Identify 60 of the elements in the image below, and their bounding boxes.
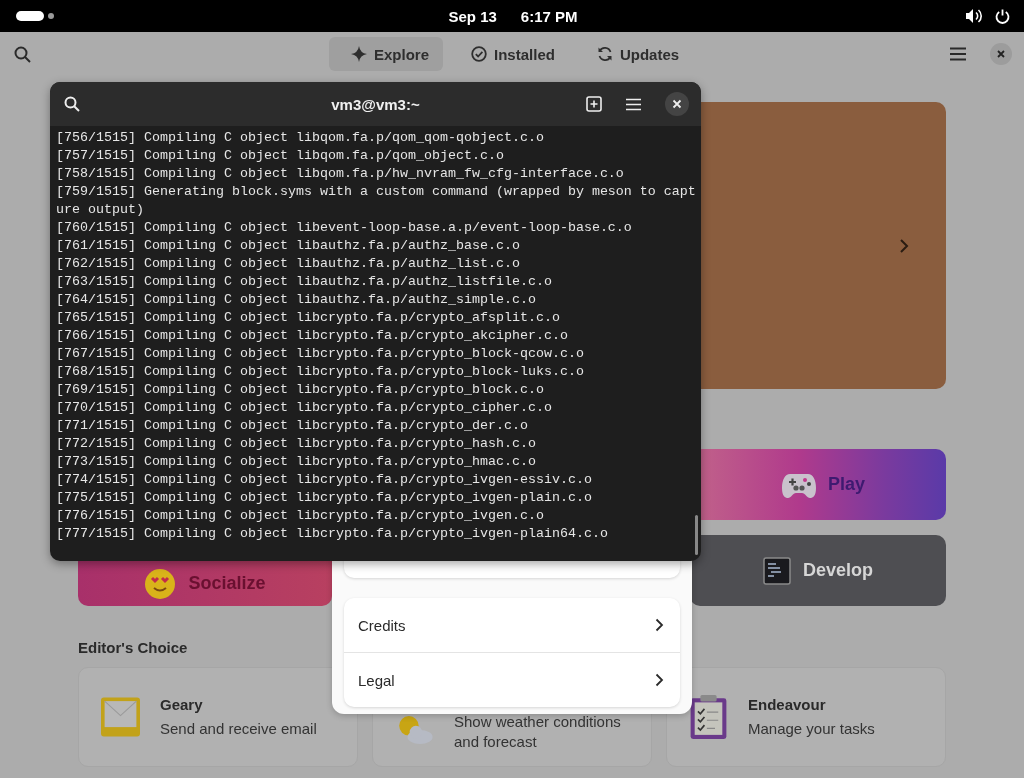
chevron-right-icon: [655, 618, 664, 632]
row-label: Credits: [358, 616, 406, 634]
smiley-icon: [144, 567, 177, 600]
section-heading: Editor's Choice: [78, 639, 189, 656]
volume-icon[interactable]: [966, 9, 983, 23]
app-description: Send and receive email: [160, 718, 318, 739]
app-name: Endeavour: [748, 695, 827, 713]
time-label: 6:17 PM: [520, 7, 578, 25]
app-name: Geary: [160, 695, 204, 713]
terminal-line: [758/1515] Compiling C object libqom.fa.p/hw_nvram_fw_cfg-interface.c.o: [56, 165, 625, 183]
search-icon[interactable]: [64, 96, 80, 112]
terminal-line: [770/1515] Compiling C object libcrypto.fa.p/crypto_cipher.c.o: [56, 399, 553, 417]
check-circle-icon: [471, 46, 488, 62]
terminal-line: [767/1515] Compiling C object libcrypto.fa.p/crypto_block-qcow.c.o: [56, 345, 585, 363]
terminal-line: [773/1515] Compiling C object libcrypto.fa.p/crypto_hmac.c.o: [56, 453, 537, 471]
category-tile[interactable]: Develop: [690, 535, 946, 606]
terminal-line: [756/1515] Compiling C object libqom.fa.p/qom_qom-qobject.c.o: [56, 129, 545, 147]
terminal-line: [766/1515] Compiling C object libcrypto.fa.p/crypto_akcipher.c.o: [56, 327, 569, 345]
chevron-right-icon[interactable]: [899, 238, 909, 254]
terminal-line: [774/1515] Compiling C object libcrypto.fa.p/crypto_ivgen-essiv.c.o: [56, 471, 593, 489]
terminal-line: [769/1515] Compiling C object libcrypto.fa.p/crypto_block.c.o: [56, 381, 545, 399]
sparkle-icon: [351, 46, 367, 62]
close-icon[interactable]: [990, 43, 1012, 65]
close-icon[interactable]: [665, 92, 689, 116]
clock[interactable]: Sep 13 6:17 PM: [448, 7, 578, 25]
power-icon[interactable]: [995, 8, 1010, 24]
app-description: Manage your tasks: [748, 718, 876, 739]
terminal-line: [762/1515] Compiling C object libauthz.fa.p/authz_list.c.o: [56, 255, 521, 273]
workspace-indicator-icon[interactable]: [16, 11, 54, 21]
terminal-line: [772/1515] Compiling C object libcrypto.fa.p/crypto_hash.c.o: [56, 435, 537, 453]
chevron-right-icon: [655, 673, 664, 687]
view-tab[interactable]: Updates: [574, 37, 694, 71]
terminal-line: [763/1515] Compiling C object libauthz.fa.p/authz_listfile.c.o: [56, 273, 553, 291]
dialog-row[interactable]: Credits: [344, 598, 680, 652]
date-label: Sep 13: [448, 7, 497, 25]
terminal-line: [776/1515] Compiling C object libcrypto.fa.p/crypto_ivgen.c.o: [56, 507, 545, 525]
menu-icon[interactable]: [950, 47, 966, 61]
terminal-app-icon: [763, 556, 791, 585]
refresh-icon: [596, 46, 613, 62]
scrollbar-thumb[interactable]: [695, 515, 698, 555]
app-card[interactable]: Endeavour Manage your tasks: [666, 667, 946, 767]
view-tab[interactable]: Installed: [449, 37, 569, 71]
window-title: vm3@vm3:~: [330, 95, 421, 113]
terminal-line: [777/1515] Compiling C object libcrypto.fa.p/crypto_ivgen-plain64.c.o: [56, 525, 609, 543]
app-description: Show weather conditions and forecast: [454, 712, 622, 752]
terminal-line: [761/1515] Compiling C object libauthz.fa.p/authz_base.c.o: [56, 237, 521, 255]
gamepad-icon: [782, 471, 816, 498]
terminal-line: [764/1515] Compiling C object libauthz.fa.p/authz_simple.c.o: [56, 291, 537, 309]
terminal-line: [775/1515] Compiling C object libcrypto.fa.p/crypto_ivgen-plain.c.o: [56, 489, 593, 507]
new-tab-icon[interactable]: [586, 96, 602, 112]
dialog-row[interactable]: Legal: [344, 652, 680, 707]
search-icon[interactable]: [14, 45, 31, 63]
terminal-line: [768/1515] Compiling C object libcrypto.fa.p/crypto_block-luks.c.o: [56, 363, 585, 381]
terminal-line: [760/1515] Compiling C object libevent-loop-base.a.p/event-loop-base.c.o: [56, 219, 633, 237]
terminal-line: [765/1515] Compiling C object libcrypto.fa.p/crypto_afsplit.c.o: [56, 309, 561, 327]
terminal-line: [771/1515] Compiling C object libcrypto.fa.p/crypto_der.c.o: [56, 417, 529, 435]
terminal-line: [757/1515] Compiling C object libqom.fa.p/qom_object.c.o: [56, 147, 505, 165]
view-tab[interactable]: Explore: [329, 37, 444, 71]
terminal-line: [759/1515] Generating block.syms with a custom command (wrapped by meson to capture output): [56, 183, 696, 219]
app-card[interactable]: Geary Send and receive email: [78, 667, 358, 767]
